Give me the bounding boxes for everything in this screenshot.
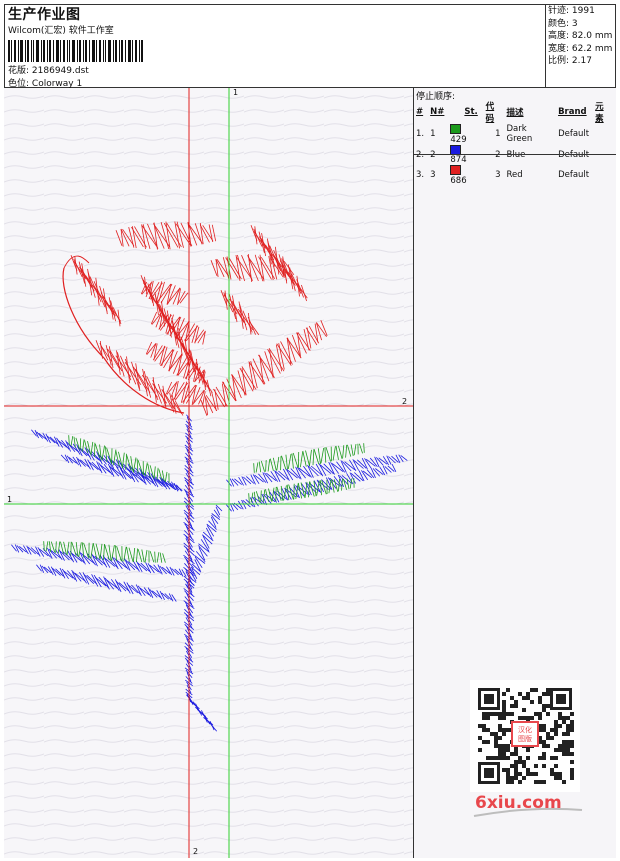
table-divider — [414, 154, 616, 155]
stat-value: 62.2 mm — [571, 43, 613, 54]
brand-watermark: 6xiu.com — [475, 793, 562, 813]
col-brand: Brand — [558, 107, 587, 117]
design-value: 2186949.dst — [31, 66, 89, 76]
barcode-icon — [8, 40, 143, 62]
color-swatch — [450, 165, 462, 175]
qr-stamp: 汉化 — [518, 725, 532, 734]
embroidery-preview — [4, 88, 413, 858]
design-info: 花版: 2186949.dst — [8, 63, 89, 76]
fabric-texture — [4, 88, 413, 858]
production-sheet: 生产作业图 Wilcom(汇宏) 软件工作室 花版: 2 186949.dst 色… — [0, 0, 620, 861]
row-index: 3. — [416, 170, 425, 181]
qr-code-icon: 汉化 图版 — [470, 680, 580, 792]
row-code: 3 — [495, 170, 501, 181]
col-code: 代码 — [485, 102, 495, 124]
stat-label: 比例: — [548, 56, 570, 66]
stat-colors: 颜色: 3 — [548, 18, 616, 31]
color-swatch — [450, 144, 462, 155]
stitch-count: 874 — [450, 155, 467, 165]
row-needle: 1 — [430, 129, 436, 140]
stat-scale: 比例: 2.17 — [548, 55, 616, 68]
stat-label: 宽度: — [548, 43, 570, 54]
stat-width: 宽度: 62.2 mm — [548, 43, 616, 56]
stat-label: 颜色: — [548, 18, 570, 29]
col-stitches: St. — [464, 107, 478, 117]
row-element — [595, 124, 616, 145]
stat-stitches: 针迹: 1991 — [548, 5, 616, 18]
guide-label-v2: 2 — [193, 847, 199, 856]
stat-label: 针迹: — [548, 6, 570, 16]
row-needle: 3 — [430, 170, 436, 181]
row-element — [595, 165, 616, 186]
guide-label-h2: 2 — [402, 397, 408, 406]
svg-text:图版: 图版 — [518, 734, 532, 743]
header-panel: 生产作业图 Wilcom(汇宏) 软件工作室 花版: 2186949.dst 色… — [4, 4, 546, 89]
col-description: 描述 — [506, 108, 524, 118]
stitch-count: 429 — [450, 134, 467, 145]
sheet-title: 生产作业图 — [8, 7, 81, 23]
guide-label-h1: 1 — [7, 495, 13, 504]
stat-value: 82.0 mm — [571, 31, 613, 41]
sheet-subtitle: Wilcom(汇宏) 软件工作室 — [8, 26, 114, 36]
stop-sequence-table: # N# St. 代码 描述 Brand 元素 1. 1 429 1 Dark Gre… — [416, 100, 616, 186]
table-header: # N# St. 代码 描述 Brand 元素 — [416, 100, 616, 124]
row-description: Red — [506, 170, 523, 181]
stats-panel: 针迹: 1991 颜色: 3 高度: 82.0 mm 宽度: 62.2 mm 比… — [546, 4, 616, 88]
stat-value: 3 — [571, 18, 578, 29]
row-code: 1 — [495, 129, 501, 140]
design-label: 花版: — [8, 66, 30, 76]
table-row: 1. 1 429 1 Dark Green Default — [416, 124, 616, 145]
stat-value: 2.17 — [571, 56, 592, 66]
table-row: 3. 3 686 3 Red Default — [416, 165, 616, 186]
color-swatch — [450, 124, 462, 134]
stat-height: 高度: 82.0 mm — [548, 30, 616, 43]
row-brand: Default — [558, 129, 590, 140]
col-index: # — [416, 107, 424, 117]
design-canvas: 1 2 1 2 — [4, 88, 414, 858]
row-index: 1. — [416, 129, 425, 140]
row-stitches: 429 — [450, 124, 485, 145]
stat-value: 1991 — [571, 6, 595, 16]
row-brand: Default — [558, 170, 590, 181]
col-element: 元素 — [595, 102, 604, 124]
row-stitches: 686 — [450, 165, 485, 186]
guide-label-v1: 1 — [233, 88, 239, 97]
stat-label: 高度: — [548, 31, 570, 41]
col-needle: N# — [430, 107, 445, 117]
stitch-count: 686 — [450, 175, 467, 186]
row-description: Dark Green — [506, 124, 533, 145]
